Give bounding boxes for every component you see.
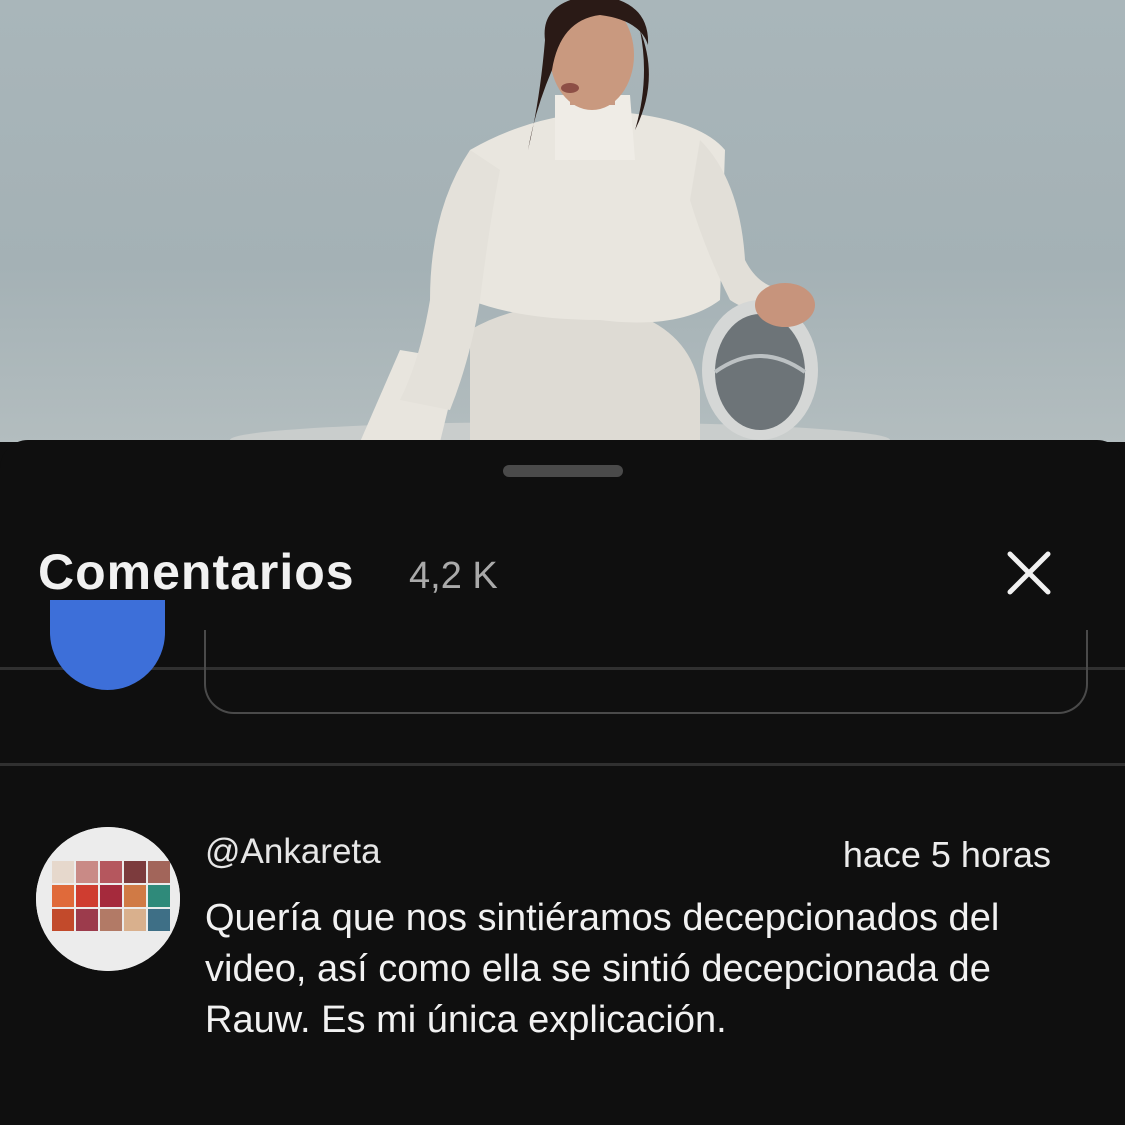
comment-text: Quería que nos sintiéramos decepcionados… [205, 897, 1000, 1041]
add-comment-input[interactable] [204, 630, 1088, 714]
input-divider [0, 763, 1125, 766]
close-button[interactable] [1000, 544, 1058, 602]
palette-avatar-image [36, 827, 180, 971]
current-user-avatar [50, 600, 165, 690]
comments-sheet: Comentarios 4,2 K @Ankareta hace 5 horas… [0, 440, 1125, 1125]
video-frame-image [230, 0, 890, 442]
comments-title: Comentarios [38, 544, 355, 600]
drag-handle[interactable] [503, 465, 623, 477]
comment-timestamp: hace 5 horas [842, 834, 1051, 875]
comment-item: @Ankareta hace 5 horas Quería que nos si… [0, 820, 1125, 1125]
comments-count: 4,2 K [409, 555, 498, 597]
avatar[interactable] [36, 827, 180, 971]
video-player[interactable] [0, 0, 1125, 442]
close-icon [1007, 551, 1051, 595]
comment-author[interactable]: @Ankareta [205, 832, 381, 872]
